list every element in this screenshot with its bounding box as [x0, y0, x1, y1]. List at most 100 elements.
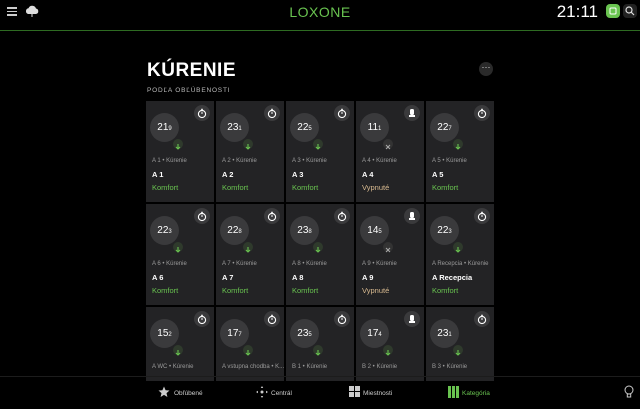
stopwatch-icon[interactable] — [334, 105, 350, 121]
tile-subtitle: B 1 • Kúrenie — [292, 364, 328, 370]
tile-name: A Recepcia — [432, 273, 473, 282]
room-tile[interactable]: 145 A 9 • Kúrenie A 9 Vypnuté — [356, 204, 424, 305]
temperature-value: 223 — [150, 216, 179, 245]
stopwatch-icon[interactable] — [264, 105, 280, 121]
room-tile[interactable]: 228 A 7 • Kúrenie A 7 Komfort — [216, 204, 284, 305]
tile-subtitle: A Recepcia • Kúrenie — [432, 261, 489, 267]
more-options-button[interactable]: ··· — [479, 62, 493, 76]
temperature-value: 238 — [290, 216, 319, 245]
temperature-value: 219 — [150, 113, 179, 142]
temperature-value: 231 — [430, 319, 459, 348]
room-tile[interactable]: 219 A 1 • Kúrenie A 1 Komfort — [146, 101, 214, 202]
stopwatch-icon[interactable] — [194, 311, 210, 327]
top-bar: LOXONE 21:11 — [0, 0, 640, 31]
tile-subtitle: A vstupna chodba • K... — [222, 364, 285, 370]
room-tile[interactable]: 111 A 4 • Kúrenie A 4 Vypnuté — [356, 101, 424, 202]
categories-icon — [448, 386, 459, 398]
stopwatch-icon[interactable] — [264, 208, 280, 224]
heating-icon — [453, 345, 463, 356]
star-icon — [158, 386, 170, 397]
temperature-integer: 23 — [227, 122, 239, 133]
temperature-value: 231 — [220, 113, 249, 142]
temperature-decimal: 7 — [238, 332, 242, 338]
room-tile[interactable]: 231 B 3 • Kúrenie — [426, 307, 494, 381]
tile-name: A 8 — [292, 273, 304, 282]
temperature-integer: 23 — [297, 328, 309, 339]
temperature-integer: 14 — [367, 225, 379, 236]
temperature-value: 111 — [360, 113, 389, 142]
heating-icon — [243, 345, 253, 356]
temperature-decimal: 4 — [378, 332, 382, 338]
room-tile[interactable]: 238 A 8 • Kúrenie A 8 Komfort — [286, 204, 354, 305]
tile-status: Komfort — [222, 183, 249, 192]
stopwatch-icon[interactable] — [334, 311, 350, 327]
hand-icon[interactable] — [404, 311, 420, 327]
sort-label[interactable]: PODĽA OBĽÚBENOSTI — [147, 87, 230, 94]
tile-subtitle: A 7 • Kúrenie — [222, 261, 257, 267]
notifications-icon[interactable] — [606, 4, 620, 18]
temperature-integer: 11 — [367, 122, 379, 133]
tile-status: Komfort — [292, 183, 319, 192]
temperature-value: 235 — [290, 319, 319, 348]
search-icon[interactable] — [623, 4, 637, 18]
temperature-integer: 21 — [157, 122, 169, 133]
tile-status: Komfort — [432, 286, 459, 295]
heating-icon — [453, 242, 463, 253]
stopwatch-icon[interactable] — [334, 208, 350, 224]
app-brand: LOXONE — [289, 4, 351, 20]
nav-rooms-label: Miestnosti — [363, 390, 393, 397]
tile-status: Komfort — [432, 183, 459, 192]
nav-central-label: Centrál — [271, 390, 292, 397]
tile-name: A 3 — [292, 170, 304, 179]
stopwatch-icon[interactable] — [264, 311, 280, 327]
tile-name: A 9 — [362, 273, 374, 282]
room-tile[interactable]: 223 A Recepcia • Kúrenie A Recepcia Komfort — [426, 204, 494, 305]
heating-icon — [313, 139, 323, 150]
room-tile[interactable]: 225 A 3 • Kúrenie A 3 Komfort — [286, 101, 354, 202]
room-tile[interactable]: 174 B 2 • Kúrenie — [356, 307, 424, 381]
stopwatch-icon[interactable] — [194, 208, 210, 224]
tile-subtitle: A 2 • Kúrenie — [222, 158, 257, 164]
room-tile[interactable]: 227 A 5 • Kúrenie A 5 Komfort — [426, 101, 494, 202]
room-tile[interactable]: 235 B 1 • Kúrenie — [286, 307, 354, 381]
tile-subtitle: A 5 • Kúrenie — [432, 158, 467, 164]
tile-status: Vypnuté — [362, 183, 390, 192]
room-grid: 219 A 1 • Kúrenie A 1 Komfort 231 A 2 • Kúren… — [146, 101, 494, 381]
room-tile[interactable]: 152 A WC • Kúrenie — [146, 307, 214, 381]
tile-status: Komfort — [152, 183, 179, 192]
tile-status: Komfort — [152, 286, 179, 295]
stopwatch-icon[interactable] — [194, 105, 210, 121]
temperature-value: 177 — [220, 319, 249, 348]
tile-subtitle: B 2 • Kúrenie — [362, 364, 398, 370]
room-tile[interactable]: 223 A 6 • Kúrenie A 6 Komfort — [146, 204, 214, 305]
hand-icon[interactable] — [404, 208, 420, 224]
tile-subtitle: A 6 • Kúrenie — [152, 261, 187, 267]
tile-status: Vypnuté — [362, 286, 390, 295]
heating-icon — [173, 242, 183, 253]
temperature-decimal: 3 — [448, 229, 452, 235]
heating-icon — [313, 242, 323, 253]
stopwatch-icon[interactable] — [474, 208, 490, 224]
temperature-decimal: 1 — [448, 332, 452, 338]
heating-icon — [313, 345, 323, 356]
tile-name: A 4 — [362, 170, 374, 179]
clock: 21:11 — [556, 2, 598, 21]
temperature-decimal: 5 — [378, 229, 382, 235]
tile-status: Komfort — [222, 286, 249, 295]
hand-icon[interactable] — [404, 105, 420, 121]
temperature-decimal: 5 — [308, 126, 312, 132]
temperature-value: 174 — [360, 319, 389, 348]
temperature-decimal: 9 — [168, 126, 172, 132]
stopwatch-icon[interactable] — [474, 311, 490, 327]
temperature-decimal: 1 — [378, 126, 382, 132]
heating-icon — [243, 242, 253, 253]
room-tile[interactable]: 231 A 2 • Kúrenie A 2 Komfort — [216, 101, 284, 202]
lightbulb-icon[interactable] — [624, 385, 634, 399]
tile-name: A 6 — [152, 273, 164, 282]
temperature-decimal: 8 — [238, 229, 242, 235]
tile-subtitle: A 4 • Kúrenie — [362, 158, 397, 164]
bottom-nav: Obľúbené Centrál Miestnosti Kategória — [0, 376, 640, 409]
stopwatch-icon[interactable] — [474, 105, 490, 121]
temperature-value: 227 — [430, 113, 459, 142]
room-tile[interactable]: 177 A vstupna chodba • K... — [216, 307, 284, 381]
